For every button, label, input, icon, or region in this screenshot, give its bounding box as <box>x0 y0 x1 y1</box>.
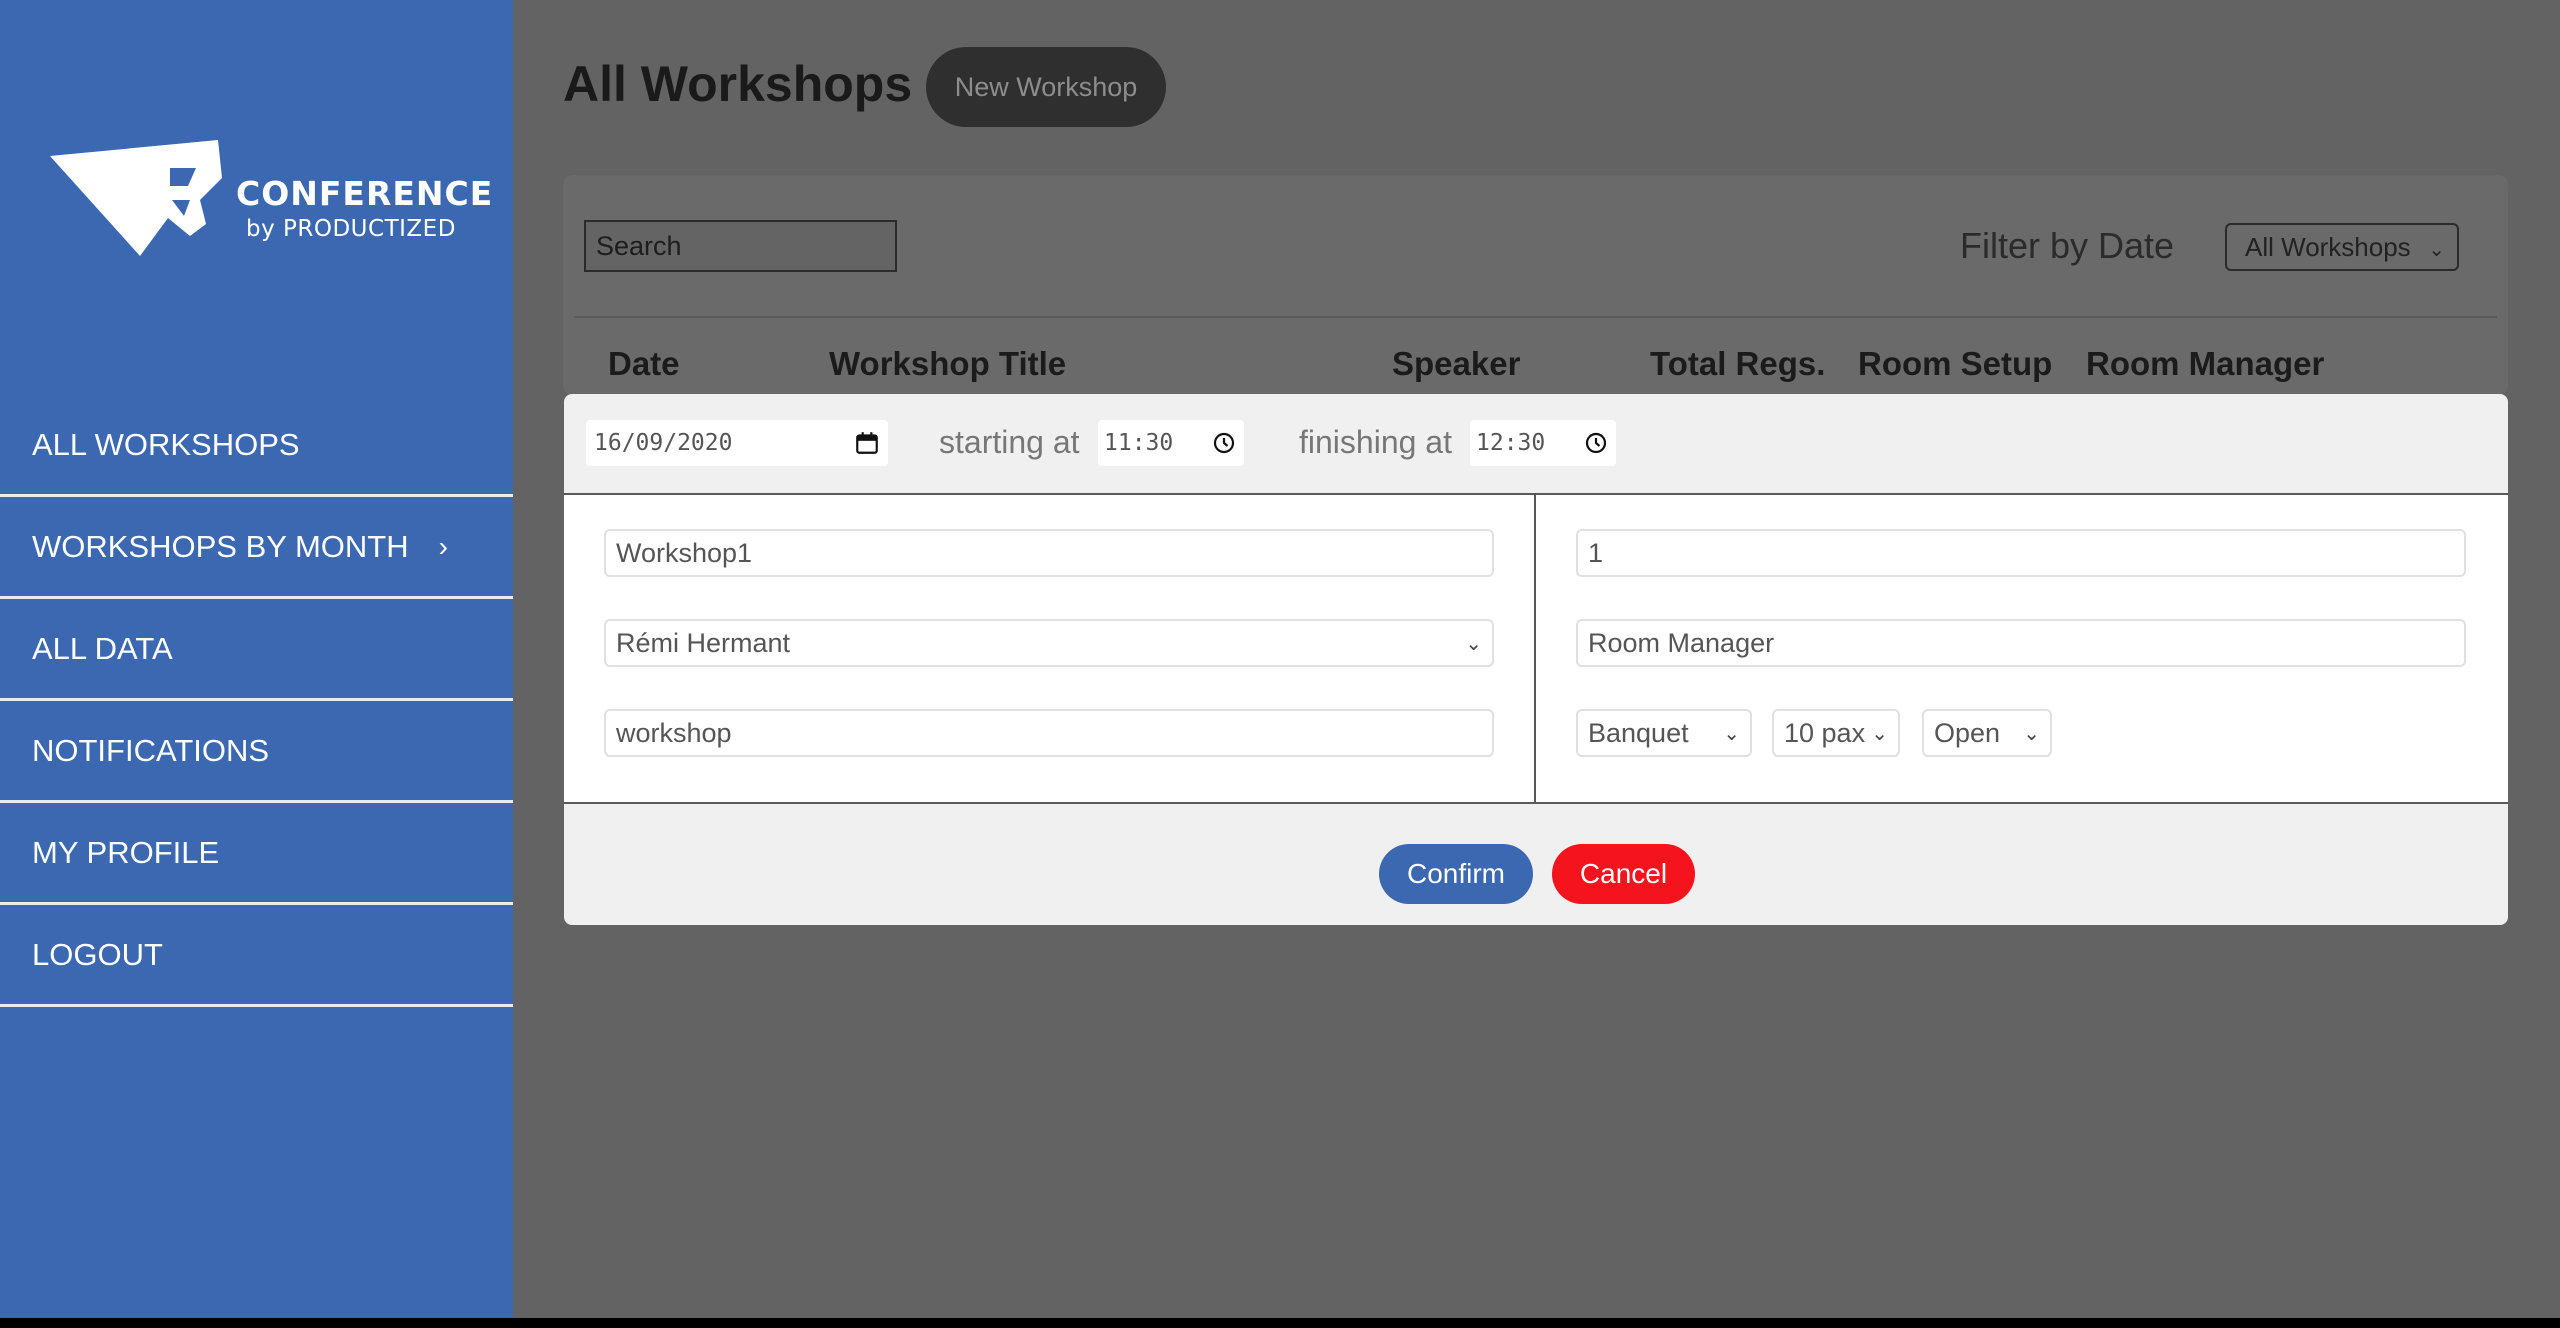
chevron-down-icon: ⌄ <box>1871 723 1888 745</box>
sidebar-item-label: WORKSHOPS BY MONTH <box>32 528 409 564</box>
new-workshop-button[interactable]: New Workshop <box>926 47 1166 127</box>
modal-date-row: 16/09/2020 starting at 11:30 finishing a… <box>564 394 2508 493</box>
divider <box>574 316 2497 318</box>
sidebar: CONFERENCE by PRODUCTIZED ALL WORKSHOPS … <box>0 0 513 1318</box>
end-time-input[interactable]: 12:30 <box>1470 420 1616 466</box>
column-header-room-setup[interactable]: Room Setup <box>1858 345 2052 383</box>
workshop-type-field[interactable]: workshop <box>604 709 1494 757</box>
search-input[interactable]: Search <box>584 220 897 272</box>
confirm-button[interactable]: Confirm <box>1379 844 1533 904</box>
clock-icon[interactable] <box>1584 431 1608 455</box>
chevron-down-icon: ⌄ <box>2428 239 2445 261</box>
date-input[interactable]: 16/09/2020 <box>586 420 888 466</box>
filter-select-value: All Workshops <box>2245 231 2411 262</box>
column-divider <box>1534 495 1536 802</box>
modal-actions: Confirm Cancel <box>564 804 2508 925</box>
sidebar-nav: ALL WORKSHOPS WORKSHOPS BY MONTH › ALL D… <box>0 395 513 1007</box>
filter-label: Filter by Date <box>1960 225 2175 266</box>
finishing-at-label: finishing at <box>1299 424 1452 460</box>
room-setup-value: Banquet <box>1588 717 1689 748</box>
edit-workshop-modal: 16/09/2020 starting at 11:30 finishing a… <box>564 394 2508 925</box>
chevron-down-icon: ⌄ <box>1723 723 1740 745</box>
sidebar-item-notifications[interactable]: NOTIFICATIONS <box>0 701 513 803</box>
pax-select[interactable]: 10 pax ⌄ <box>1772 709 1900 757</box>
chevron-down-icon: ⌄ <box>1465 633 1482 655</box>
workshop-title-field[interactable]: Workshop1 <box>604 529 1494 577</box>
column-header-total-regs[interactable]: Total Regs. <box>1650 345 1825 383</box>
sidebar-item-my-profile[interactable]: MY PROFILE <box>0 803 513 905</box>
end-time-value: 12:30 <box>1476 430 1546 456</box>
brand-subtitle: by PRODUCTIZED <box>246 216 456 242</box>
room-setup-select[interactable]: Banquet ⌄ <box>1576 709 1752 757</box>
sidebar-item-workshops-by-month[interactable]: WORKSHOPS BY MONTH › <box>0 497 513 599</box>
page-title: All Workshops <box>563 56 913 112</box>
conference-logo-icon <box>50 140 222 256</box>
status-select[interactable]: Open ⌄ <box>1922 709 2052 757</box>
room-manager-field[interactable]: Room Manager <box>1576 619 2466 667</box>
filter-date-select[interactable]: All Workshops ⌄ <box>2225 223 2459 271</box>
sidebar-item-label: ALL DATA <box>32 630 173 666</box>
calendar-icon[interactable] <box>854 430 880 456</box>
start-time-input[interactable]: 11:30 <box>1098 420 1244 466</box>
pax-value: 10 pax <box>1784 717 1866 748</box>
sidebar-item-all-data[interactable]: ALL DATA <box>0 599 513 701</box>
clock-icon[interactable] <box>1212 431 1236 455</box>
date-value: 16/09/2020 <box>594 430 733 456</box>
sidebar-item-all-workshops[interactable]: ALL WORKSHOPS <box>0 395 513 497</box>
sidebar-item-logout[interactable]: LOGOUT <box>0 905 513 1007</box>
sidebar-item-label: NOTIFICATIONS <box>32 732 270 768</box>
starting-at-label: starting at <box>939 424 1080 460</box>
chevron-right-icon: › <box>438 530 448 562</box>
column-header-room-manager[interactable]: Room Manager <box>2086 345 2324 383</box>
sidebar-item-label: LOGOUT <box>32 936 163 972</box>
speaker-select-value: Rémi Hermant <box>616 627 791 658</box>
sidebar-item-label: ALL WORKSHOPS <box>32 426 300 462</box>
column-header-workshop-title[interactable]: Workshop Title <box>829 345 1066 383</box>
total-regs-field[interactable]: 1 <box>1576 529 2466 577</box>
chevron-down-icon: ⌄ <box>2023 723 2040 745</box>
app-window: CONFERENCE by PRODUCTIZED ALL WORKSHOPS … <box>0 0 2560 1318</box>
column-header-date[interactable]: Date <box>608 345 680 383</box>
sidebar-item-label: MY PROFILE <box>32 834 220 870</box>
start-time-value: 11:30 <box>1104 430 1174 456</box>
column-header-speaker[interactable]: Speaker <box>1392 345 1520 383</box>
speaker-select[interactable]: Rémi Hermant ⌄ <box>604 619 1494 667</box>
cancel-button[interactable]: Cancel <box>1552 844 1695 904</box>
modal-form: Workshop1 Rémi Hermant ⌄ workshop 1 Room… <box>564 493 2508 804</box>
brand-name: CONFERENCE <box>236 174 494 213</box>
brand-logo[interactable]: CONFERENCE by PRODUCTIZED <box>50 138 492 258</box>
workshops-panel: Search Filter by Date All Workshops ⌄ Da… <box>563 175 2508 395</box>
status-value: Open <box>1934 717 2001 748</box>
